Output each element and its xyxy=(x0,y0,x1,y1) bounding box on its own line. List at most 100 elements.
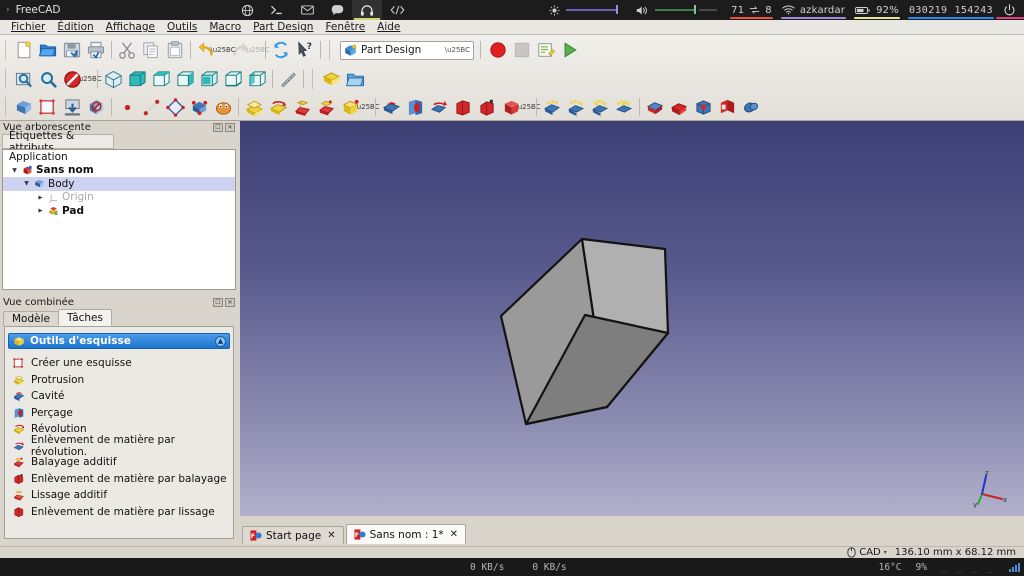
tab-modele[interactable]: Modèle xyxy=(3,311,59,326)
pad-icon[interactable] xyxy=(242,95,266,119)
brightness-control[interactable] xyxy=(544,0,631,20)
multi-transform-icon[interactable] xyxy=(715,95,739,119)
measure-icon[interactable] xyxy=(276,67,300,91)
mirrored-icon[interactable] xyxy=(643,95,667,119)
pocket-icon[interactable] xyxy=(379,95,403,119)
draw-style-caret[interactable]: \u25BC xyxy=(76,67,101,91)
menu-outils[interactable]: Outils xyxy=(161,20,203,34)
expander-right-icon[interactable] xyxy=(35,207,46,214)
model-tree[interactable]: Application Sans nom Body xyxy=(2,149,236,290)
subtractive-primitive-icon[interactable] xyxy=(499,95,523,119)
menu-edition[interactable]: Édition xyxy=(51,20,99,34)
collapse-group-icon[interactable]: ▲ xyxy=(215,335,226,347)
primitive-caret[interactable]: \u25BC xyxy=(354,95,379,119)
code-icon[interactable] xyxy=(382,0,412,20)
menu-part-design[interactable]: Part Design xyxy=(247,20,319,34)
expander-right-icon[interactable] xyxy=(35,194,46,201)
volume-slider[interactable] xyxy=(655,0,721,20)
toolbar-grip[interactable] xyxy=(327,40,334,60)
axonometric-icon[interactable] xyxy=(101,67,125,91)
headphones-icon[interactable] xyxy=(352,0,382,20)
terminal-icon[interactable] xyxy=(262,0,292,20)
hole-icon[interactable] xyxy=(403,95,427,119)
group-icon[interactable] xyxy=(343,67,367,91)
left-view-icon[interactable] xyxy=(245,67,269,91)
open-document-icon[interactable] xyxy=(36,38,60,62)
menu-fenetre[interactable]: Fenêtre xyxy=(319,20,371,34)
subtractive-loft-icon[interactable] xyxy=(451,95,475,119)
tree-row-document[interactable]: Sans nom xyxy=(3,164,235,178)
toolbar-grip[interactable] xyxy=(3,97,10,117)
task-percage[interactable]: Perçage xyxy=(5,405,233,422)
3d-viewport[interactable]: x y z xyxy=(240,121,1024,516)
revolution-icon[interactable] xyxy=(266,95,290,119)
task-enlevement-lissage[interactable]: Enlèvement de matière par lissage xyxy=(5,504,233,521)
create-sketch-icon[interactable] xyxy=(36,95,60,119)
chat-icon[interactable] xyxy=(322,0,352,20)
3d-model-cube[interactable] xyxy=(240,121,1024,516)
brightness-slider[interactable] xyxy=(566,0,626,20)
boolean-icon[interactable] xyxy=(739,95,763,119)
wifi-indicator[interactable]: azkardar xyxy=(777,0,850,20)
tab-taches[interactable]: Tâches xyxy=(58,309,112,326)
datum-plane-icon[interactable] xyxy=(163,95,187,119)
datum-point-icon[interactable] xyxy=(115,95,139,119)
chamfer-icon[interactable] xyxy=(564,95,588,119)
part-icon[interactable] xyxy=(319,67,343,91)
menu-macro[interactable]: Macro xyxy=(203,20,247,34)
mail-icon[interactable] xyxy=(292,0,322,20)
redo-dropdown-caret[interactable]: \u25BC xyxy=(244,38,269,62)
globe-icon[interactable] xyxy=(232,0,262,20)
execute-macro-icon[interactable] xyxy=(558,38,582,62)
close-panel-button[interactable]: ✕ xyxy=(225,298,235,307)
save-document-icon[interactable] xyxy=(60,38,84,62)
sketch-tools-group-header[interactable]: Outils d'esquisse ▲ xyxy=(8,333,230,349)
datetime-indicator[interactable]: 030219 154243 xyxy=(904,0,998,20)
subtractive-pipe-icon[interactable] xyxy=(475,95,499,119)
toolbar-grip[interactable] xyxy=(3,69,10,89)
toolbar-grip[interactable] xyxy=(310,69,317,89)
fit-selection-icon[interactable] xyxy=(36,67,60,91)
undock-panel-button[interactable]: ☐ xyxy=(213,123,223,132)
subtractive-caret[interactable]: \u25BC xyxy=(515,95,540,119)
shape-binder-icon[interactable] xyxy=(211,95,235,119)
menu-fichier[interactable]: Fichier xyxy=(5,20,51,34)
local-coordinate-icon[interactable] xyxy=(187,95,211,119)
refresh-icon[interactable] xyxy=(269,38,293,62)
tree-view-subtab[interactable]: Étiquettes & attributs xyxy=(2,130,114,154)
close-panel-button[interactable]: ✕ xyxy=(225,123,235,132)
stop-macro-icon[interactable] xyxy=(510,38,534,62)
task-cavite[interactable]: Cavité xyxy=(5,388,233,405)
close-tab-icon[interactable]: ✕ xyxy=(327,530,335,541)
groove-icon[interactable] xyxy=(427,95,451,119)
top-view-icon[interactable] xyxy=(149,67,173,91)
draft-icon[interactable] xyxy=(588,95,612,119)
front-view-icon[interactable] xyxy=(125,67,149,91)
chevron-down-icon[interactable]: ▾ xyxy=(884,549,887,556)
print-icon[interactable] xyxy=(84,38,108,62)
whats-this-icon[interactable]: ? xyxy=(293,38,317,62)
fit-all-icon[interactable] xyxy=(12,67,36,91)
power-button[interactable] xyxy=(996,0,1024,20)
paste-icon[interactable] xyxy=(163,38,187,62)
bottom-view-icon[interactable] xyxy=(221,67,245,91)
tab-sans-nom[interactable]: F Sans nom : 1* ✕ xyxy=(345,524,467,544)
datum-line-icon[interactable] xyxy=(139,95,163,119)
tab-start-page[interactable]: F Start page ✕ xyxy=(242,526,344,544)
edit-macro-icon[interactable] xyxy=(534,38,558,62)
polar-pattern-icon[interactable] xyxy=(691,95,715,119)
validate-sketch-icon[interactable] xyxy=(84,95,108,119)
undock-panel-button[interactable]: ☐ xyxy=(213,298,223,307)
tree-row-body[interactable]: Body xyxy=(3,177,235,191)
right-view-icon[interactable] xyxy=(173,67,197,91)
menu-affichage[interactable]: Affichage xyxy=(100,20,161,34)
workbench-selector[interactable]: Part Design \u25BC xyxy=(340,40,474,60)
thickness-icon[interactable] xyxy=(612,95,636,119)
record-macro-icon[interactable] xyxy=(486,38,510,62)
fillet-icon[interactable] xyxy=(540,95,564,119)
expander-down-icon[interactable] xyxy=(21,180,32,187)
menu-aide[interactable]: Aide xyxy=(371,20,406,34)
network-speed-indicator[interactable]: 71 8 xyxy=(726,0,777,20)
linear-pattern-icon[interactable] xyxy=(667,95,691,119)
chevron-down-icon[interactable]: \u25BC xyxy=(445,42,470,59)
